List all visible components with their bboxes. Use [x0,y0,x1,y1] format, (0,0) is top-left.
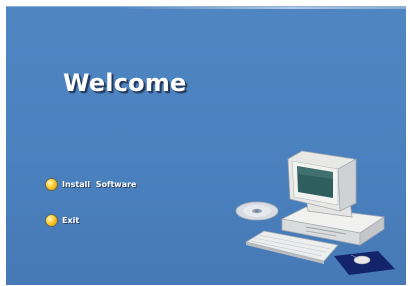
installer-frame: Welcome Install Software Exit [6,6,406,285]
welcome-panel: Welcome Install Software Exit [6,6,406,285]
computer-monitor-icon [287,150,357,218]
compact-disc-icon [235,201,279,221]
computer-illustration [235,150,395,275]
